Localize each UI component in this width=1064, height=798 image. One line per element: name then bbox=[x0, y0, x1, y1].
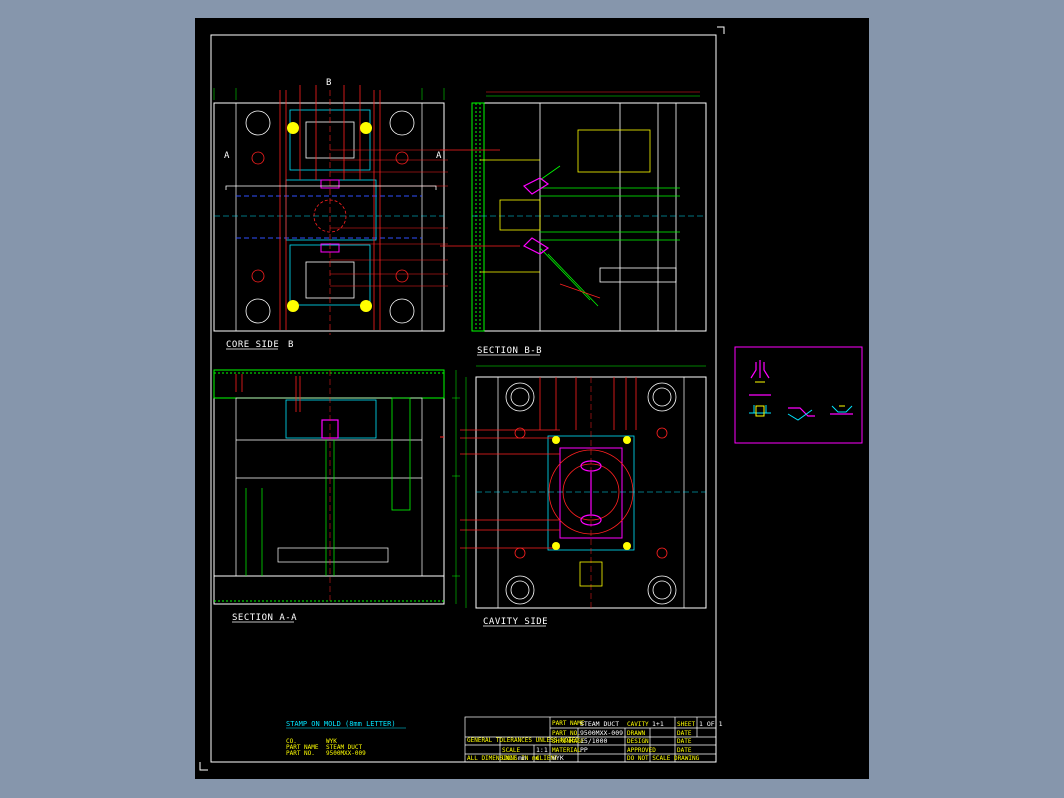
core-side-view bbox=[213, 85, 448, 335]
cavity-side-view bbox=[460, 365, 707, 609]
tb-part-name: STEAM DUCT bbox=[580, 720, 619, 728]
tb-scale: 1:1 bbox=[536, 746, 548, 754]
tb-date-label-1: DATE bbox=[677, 730, 692, 737]
stamp-value-part-no: 9500MXX-009 bbox=[326, 750, 366, 757]
tb-material-label: MATERIAL bbox=[552, 747, 581, 754]
tb-design-label: DESIGN bbox=[627, 738, 649, 745]
tb-shrinkage: 15/1000 bbox=[580, 737, 607, 745]
part-preview-box bbox=[734, 346, 863, 444]
section-marker-b-top: B bbox=[326, 78, 332, 88]
tb-drawn-label: DRAWN bbox=[627, 730, 645, 737]
tb-part-no: 9500MXX-009 bbox=[580, 729, 623, 737]
tb-client: WYK bbox=[552, 754, 564, 762]
stamp-key-part-no: PART NO. bbox=[286, 750, 315, 757]
tb-scale-label: SCALE bbox=[502, 747, 520, 754]
tb-unit: mm bbox=[518, 754, 526, 762]
tb-cavity-label: CAVITY bbox=[627, 721, 649, 728]
tb-material: PP bbox=[580, 746, 588, 754]
stamp-heading: STAMP ON MOLD (8mm LETTER) bbox=[286, 720, 396, 728]
tb-sheet: 1 OF 1 bbox=[699, 720, 723, 728]
section-bb-label: SECTION B-B bbox=[477, 346, 542, 356]
tb-gen-tol: GENERAL TOLERANCES UNLESS NOTED bbox=[467, 737, 579, 744]
section-marker-b-bottom: B bbox=[288, 340, 294, 350]
section-marker-a-left: A bbox=[224, 151, 230, 161]
section-aa-view bbox=[213, 369, 460, 605]
cad-drawing: CORE SIDE SECTION B-B SECTION A-A CAVITY… bbox=[199, 26, 863, 771]
tb-approved-label: APPROVED bbox=[627, 747, 656, 754]
tb-part-no-label: PART NO. bbox=[552, 730, 581, 737]
section-aa-label: SECTION A-A bbox=[232, 613, 297, 623]
tb-sheet-label: SHEET bbox=[677, 721, 695, 728]
tb-cavity: 1+1 bbox=[652, 720, 664, 728]
tb-date-label-3: DATE bbox=[677, 747, 692, 754]
tb-unit-label: UNIT bbox=[502, 755, 517, 762]
tb-note: DO NOT SCALE DRAWING bbox=[627, 755, 700, 762]
tb-date-label-2: DATE bbox=[677, 738, 692, 745]
core-side-label: CORE SIDE bbox=[226, 340, 279, 350]
section-marker-a-right: A bbox=[436, 151, 442, 161]
section-bb-view bbox=[440, 91, 707, 332]
cavity-side-label: CAVITY SIDE bbox=[483, 617, 548, 627]
